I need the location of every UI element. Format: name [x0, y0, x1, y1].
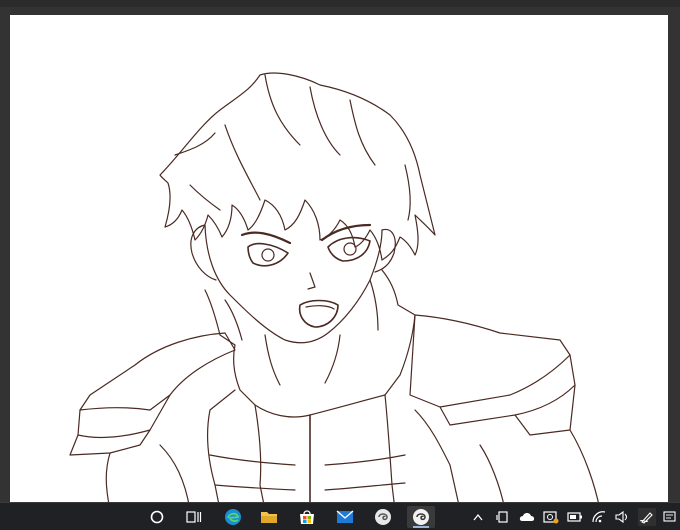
notification-icon	[663, 511, 676, 522]
notification-tray-icon[interactable]	[661, 508, 679, 526]
shoulder-armor-left	[79, 332, 236, 411]
windows-taskbar	[0, 502, 680, 530]
task-view-button[interactable]	[180, 506, 208, 528]
file-explorer-button[interactable]	[255, 506, 283, 528]
line-art-drawing	[69, 72, 601, 510]
canvas-frame	[0, 7, 680, 510]
paint-app-button[interactable]	[369, 506, 397, 528]
speaker-icon	[615, 510, 628, 524]
volume-tray-icon[interactable]	[613, 508, 631, 526]
collar-right	[381, 269, 416, 396]
microsoft-store-button[interactable]	[293, 506, 321, 528]
window-top-bar	[0, 0, 680, 7]
swirl-icon	[375, 509, 391, 525]
camera-icon	[543, 511, 559, 524]
eyebrow-left	[240, 231, 292, 245]
active-indicator	[413, 526, 429, 528]
edge-icon	[225, 509, 241, 525]
eye-left	[247, 242, 289, 267]
eye-right	[327, 236, 371, 262]
task-view-icon	[186, 511, 202, 523]
edge-browser-button[interactable]	[219, 506, 247, 528]
shoulder-armor-right	[409, 314, 571, 408]
search-circle-button[interactable]	[143, 506, 171, 528]
meet-now-tray-icon[interactable]	[542, 508, 560, 526]
face-outline	[204, 224, 383, 344]
drawing-canvas[interactable]	[10, 15, 668, 510]
folder-icon	[261, 512, 277, 523]
swirl-icon	[413, 509, 429, 525]
store-icon	[300, 510, 314, 524]
mail-icon	[336, 510, 354, 523]
ear-left	[190, 224, 217, 281]
paint-app-active-button[interactable]	[407, 506, 435, 528]
pen-icon	[639, 512, 653, 524]
circle-icon	[150, 510, 164, 524]
nose	[307, 272, 316, 290]
mail-button[interactable]	[331, 506, 359, 528]
hair-outline	[159, 72, 436, 261]
chevron-up-icon	[473, 513, 483, 521]
show-hidden-icons[interactable]	[469, 508, 487, 526]
onedrive-tray-icon[interactable]	[518, 508, 536, 526]
device-icon	[496, 511, 508, 523]
neck	[264, 334, 281, 386]
mouth	[298, 299, 339, 328]
pen-workspace-tray-icon[interactable]	[638, 508, 656, 526]
wifi-tray-icon[interactable]	[590, 508, 608, 526]
wifi-icon	[592, 511, 606, 523]
cloud-icon	[519, 513, 535, 521]
chest-armor	[254, 394, 386, 418]
battery-tray-icon[interactable]	[566, 508, 584, 526]
battery-icon	[567, 512, 582, 522]
device-tray-icon[interactable]	[494, 508, 512, 526]
